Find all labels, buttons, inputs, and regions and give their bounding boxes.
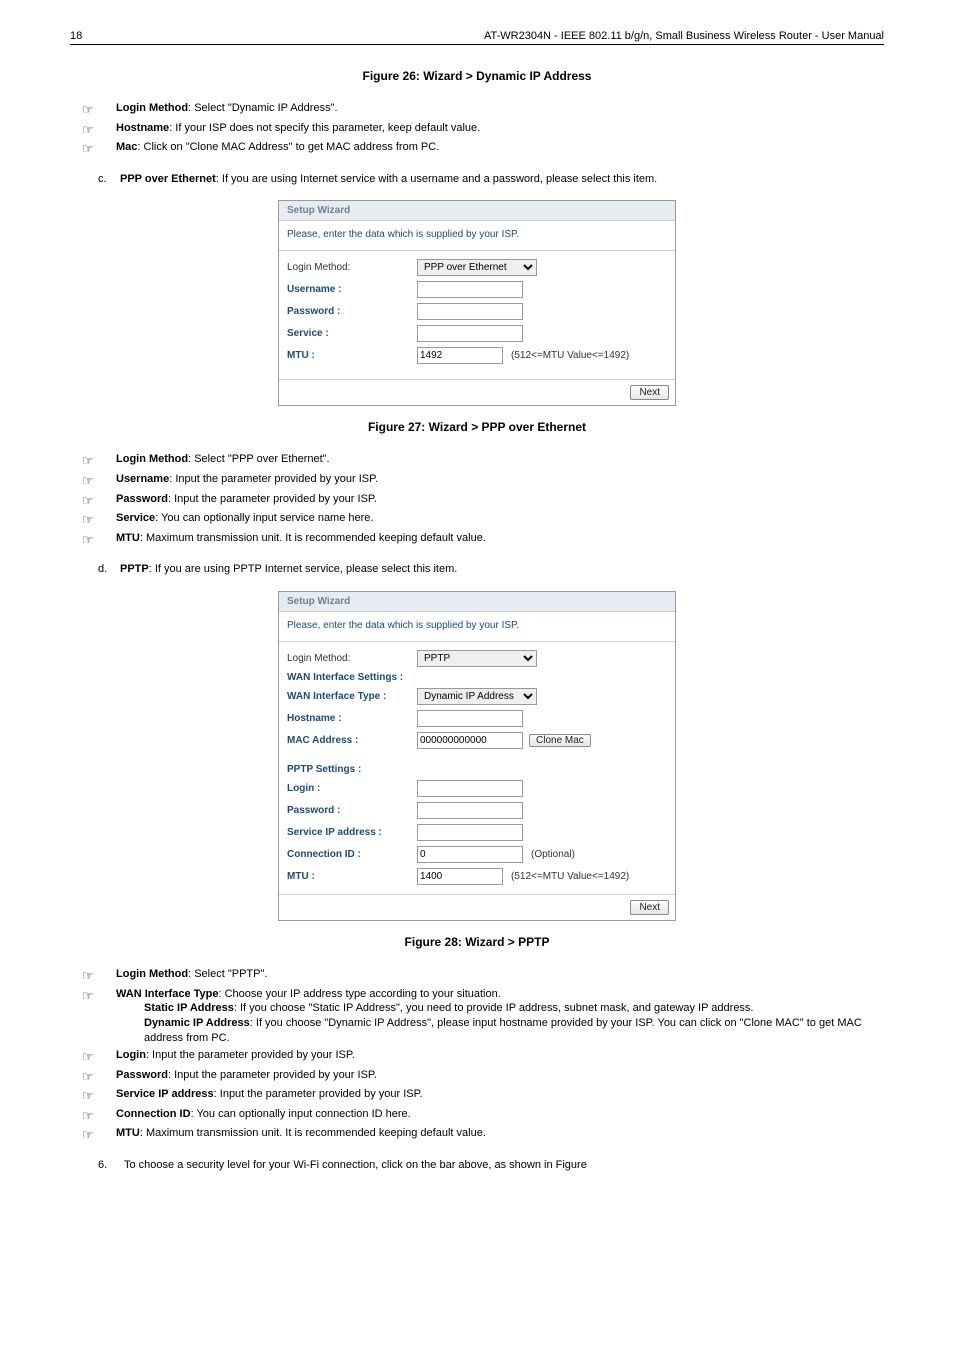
page-header: 18 AT-WR2304N - IEEE 802.11 b/g/n, Small… xyxy=(70,30,884,45)
bullet-item: Service IP address: Input the parameter … xyxy=(116,1087,884,1105)
step-number: 6. xyxy=(98,1158,124,1173)
password-label: Password : xyxy=(287,805,417,816)
dialog-subtitle: Please, enter the data which is supplied… xyxy=(279,612,675,642)
dialog-subtitle: Please, enter the data which is supplied… xyxy=(279,221,675,251)
hand-icon: ☞ xyxy=(82,1087,116,1105)
username-label: Username : xyxy=(287,284,417,295)
bullets-pppoe: ☞Login Method: Select "PPP over Ethernet… xyxy=(82,452,884,548)
mtu-label: MTU : xyxy=(287,350,417,361)
hand-icon: ☞ xyxy=(82,140,116,158)
service-ip-label: Service IP address : xyxy=(287,827,417,838)
page-number: 18 xyxy=(70,30,82,42)
hand-icon: ☞ xyxy=(82,101,116,119)
login-method-select[interactable]: PPP over Ethernet xyxy=(417,259,537,276)
setup-wizard-ppp-dialog: Setup Wizard Please, enter the data whic… xyxy=(278,200,676,406)
hostname-input[interactable] xyxy=(417,710,523,727)
mtu-input[interactable] xyxy=(417,347,503,364)
mtu-hint: (512<=MTU Value<=1492) xyxy=(511,350,629,361)
bullet-item: Username: Input the parameter provided b… xyxy=(116,472,884,490)
figure-28-caption: Figure 28: Wizard > PPTP xyxy=(70,935,884,949)
login-method-label: Login Method: xyxy=(287,653,417,664)
password-input[interactable] xyxy=(417,802,523,819)
step-d: d. PPTP: If you are using PPTP Internet … xyxy=(98,562,884,577)
service-label: Service : xyxy=(287,328,417,339)
next-button[interactable]: Next xyxy=(630,385,669,400)
bullet-item: Login Method: Select "Dynamic IP Address… xyxy=(116,101,884,119)
hand-icon: ☞ xyxy=(82,1107,116,1125)
clone-mac-button[interactable]: Clone Mac xyxy=(529,734,591,747)
hand-icon: ☞ xyxy=(82,1068,116,1086)
bullets-dynamic-ip: ☞Login Method: Select "Dynamic IP Addres… xyxy=(82,101,884,158)
mtu-label: MTU : xyxy=(287,871,417,882)
login-method-label: Login Method: xyxy=(287,262,417,273)
login-input[interactable] xyxy=(417,780,523,797)
login-label: Login : xyxy=(287,783,417,794)
connection-id-input[interactable] xyxy=(417,846,523,863)
wan-type-label: WAN Interface Type : xyxy=(287,691,417,702)
manual-title: AT-WR2304N - IEEE 802.11 b/g/n, Small Bu… xyxy=(484,30,884,42)
password-label: Password : xyxy=(287,306,417,317)
connection-id-label: Connection ID : xyxy=(287,849,417,860)
bullet-item: MTU: Maximum transmission unit. It is re… xyxy=(116,531,884,549)
wan-settings-label: WAN Interface Settings : xyxy=(287,672,417,683)
bullets-pptp: ☞Login Method: Select "PPTP". ☞ WAN Inte… xyxy=(82,967,884,1144)
step-text: PPP over Ethernet: If you are using Inte… xyxy=(120,172,657,187)
mac-address-input[interactable] xyxy=(417,732,523,749)
bullet-item: Password: Input the parameter provided b… xyxy=(116,1068,884,1086)
step-letter: d. xyxy=(98,562,120,577)
password-input[interactable] xyxy=(417,303,523,320)
pptp-settings-label: PPTP Settings : xyxy=(287,764,417,775)
figure-27-caption: Figure 27: Wizard > PPP over Ethernet xyxy=(70,420,884,434)
step-letter: c. xyxy=(98,172,120,187)
service-ip-input[interactable] xyxy=(417,824,523,841)
step-c: c. PPP over Ethernet: If you are using I… xyxy=(98,172,884,187)
hand-icon: ☞ xyxy=(82,492,116,510)
bullet-item: Connection ID: You can optionally input … xyxy=(116,1107,884,1125)
hand-icon: ☞ xyxy=(82,1126,116,1144)
hand-icon: ☞ xyxy=(82,121,116,139)
step-text: To choose a security level for your Wi-F… xyxy=(124,1158,587,1173)
hostname-label: Hostname : xyxy=(287,713,417,724)
service-input[interactable] xyxy=(417,325,523,342)
hand-icon: ☞ xyxy=(82,1048,116,1066)
bullet-item: Login Method: Select "PPP over Ethernet"… xyxy=(116,452,884,470)
hand-icon: ☞ xyxy=(82,452,116,470)
step-6: 6. To choose a security level for your W… xyxy=(98,1158,884,1173)
mtu-input[interactable] xyxy=(417,868,503,885)
hand-icon: ☞ xyxy=(82,987,116,1046)
dialog-title: Setup Wizard xyxy=(279,201,675,221)
mtu-hint: (512<=MTU Value<=1492) xyxy=(511,871,629,882)
wan-type-select[interactable]: Dynamic IP Address xyxy=(417,688,537,705)
bullet-item: Login Method: Select "PPTP". xyxy=(116,967,884,985)
dialog-title: Setup Wizard xyxy=(279,592,675,612)
next-button[interactable]: Next xyxy=(630,900,669,915)
mac-address-label: MAC Address : xyxy=(287,735,417,746)
bullet-item: Mac: Click on "Clone MAC Address" to get… xyxy=(116,140,884,158)
bullet-item: Service: You can optionally input servic… xyxy=(116,511,884,529)
bullet-item: Password: Input the parameter provided b… xyxy=(116,492,884,510)
hand-icon: ☞ xyxy=(82,472,116,490)
setup-wizard-pptp-dialog: Setup Wizard Please, enter the data whic… xyxy=(278,591,676,921)
hand-icon: ☞ xyxy=(82,967,116,985)
bullet-item: Login: Input the parameter provided by y… xyxy=(116,1048,884,1066)
step-text: PPTP: If you are using PPTP Internet ser… xyxy=(120,562,457,577)
figure-26-caption: Figure 26: Wizard > Dynamic IP Address xyxy=(70,69,884,83)
hand-icon: ☞ xyxy=(82,511,116,529)
connection-id-hint: (Optional) xyxy=(531,849,575,860)
bullet-item-wan: WAN Interface Type: Choose your IP addre… xyxy=(116,987,884,1046)
bullet-item: Hostname: If your ISP does not specify t… xyxy=(116,121,884,139)
username-input[interactable] xyxy=(417,281,523,298)
login-method-select[interactable]: PPTP xyxy=(417,650,537,667)
bullet-item: MTU: Maximum transmission unit. It is re… xyxy=(116,1126,884,1144)
hand-icon: ☞ xyxy=(82,531,116,549)
